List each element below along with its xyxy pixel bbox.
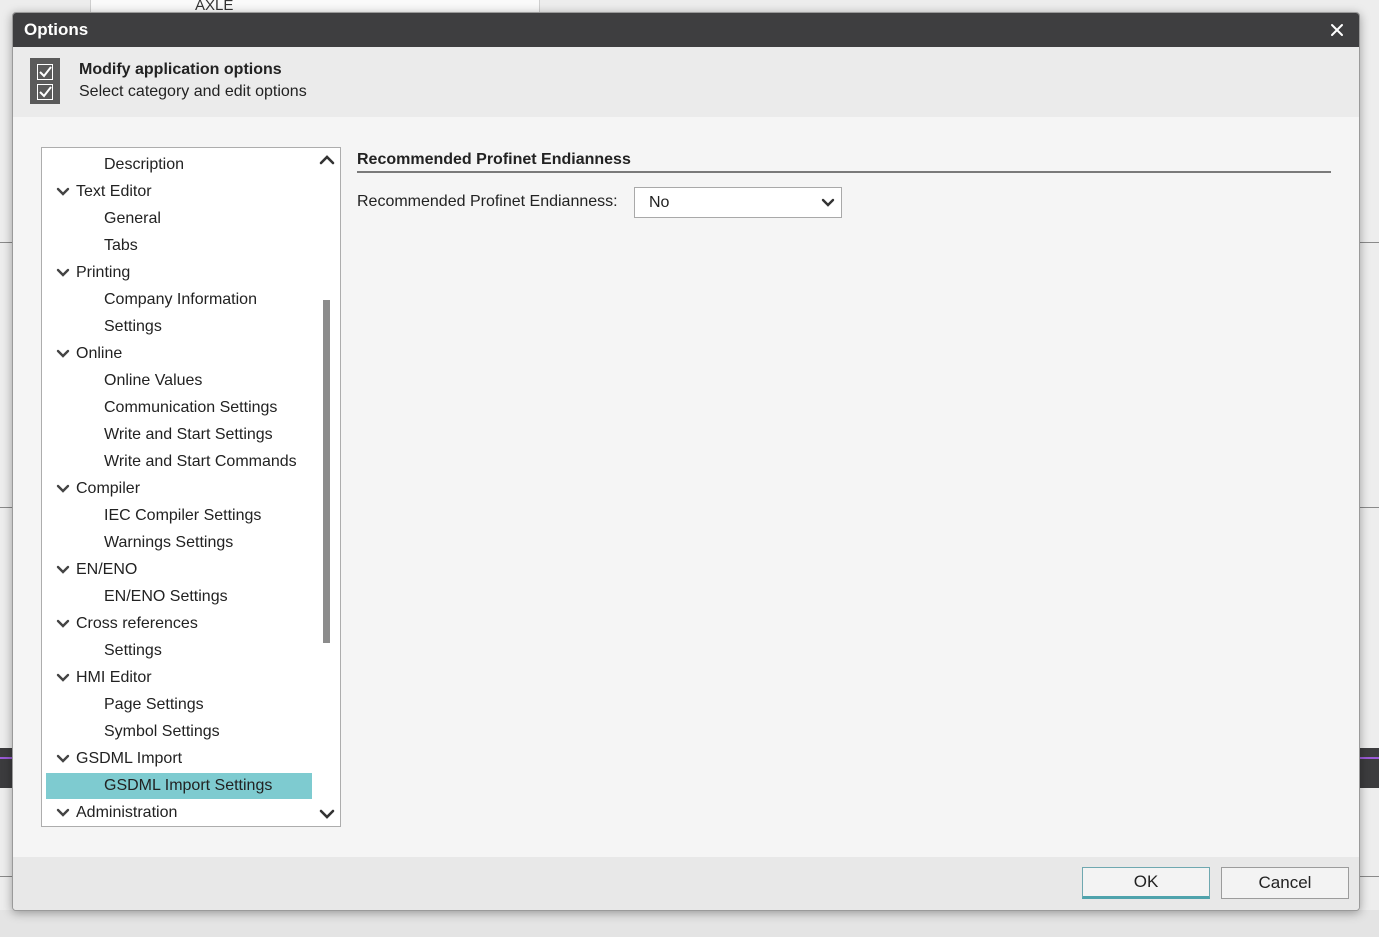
tree-category-label: HMI Editor xyxy=(76,669,152,686)
tree-item[interactable]: EN/ENO Settings xyxy=(46,584,312,610)
background-toolbar xyxy=(1359,748,1379,788)
scroll-up-button[interactable] xyxy=(318,152,336,168)
tree-category-label: GSDML Import xyxy=(76,750,183,767)
section-title: Recommended Profinet Endianness xyxy=(357,151,631,168)
chevron-down-icon[interactable] xyxy=(56,179,70,205)
chevron-down-icon[interactable] xyxy=(56,800,70,826)
dialog-titlebar[interactable]: Options xyxy=(13,13,1359,47)
chevron-up-icon xyxy=(319,155,335,165)
chevron-down-icon[interactable] xyxy=(56,665,70,691)
header-subtitle: Select category and edit options xyxy=(79,83,307,100)
tree-category-label: Online xyxy=(76,345,123,362)
tree-item[interactable]: Page Settings xyxy=(46,692,312,718)
tree-item[interactable]: Warnings Settings xyxy=(46,530,312,556)
background-divider xyxy=(0,507,12,508)
background-divider xyxy=(0,242,12,243)
chevron-down-icon[interactable] xyxy=(56,260,70,286)
cancel-button[interactable]: Cancel xyxy=(1221,867,1349,899)
checkbox-icon xyxy=(37,64,53,80)
section-divider xyxy=(357,171,1331,173)
dialog-content: Administration GSDML Import Settings GSDML… xyxy=(13,117,1359,857)
tree-category-label: Printing xyxy=(76,264,131,281)
background-divider xyxy=(0,876,12,877)
options-dialog: Options Modify application options Selec… xyxy=(12,12,1360,911)
tree-item[interactable]: Write and Start Commands xyxy=(46,449,312,475)
tree-item[interactable]: Description xyxy=(46,152,312,178)
options-checklist-icon xyxy=(30,58,60,104)
chevron-down-icon[interactable] xyxy=(56,341,70,367)
chevron-down-icon[interactable] xyxy=(56,476,70,502)
chevron-down-icon xyxy=(821,198,835,207)
background-divider xyxy=(1359,242,1379,243)
tree-item-selected[interactable]: GSDML Import Settings xyxy=(46,773,312,799)
tree-scrollbar-thumb[interactable] xyxy=(323,300,330,643)
background-divider xyxy=(1359,876,1379,877)
endianness-select[interactable]: No xyxy=(634,187,842,218)
tree-item[interactable]: Communication Settings xyxy=(46,395,312,421)
tree-item[interactable]: Symbol Settings xyxy=(46,719,312,745)
tree-item[interactable]: Company Information xyxy=(46,287,312,313)
dialog-footer: OK Cancel xyxy=(13,857,1359,910)
category-tree[interactable]: Administration GSDML Import Settings GSDML… xyxy=(41,147,341,827)
tree-item[interactable]: General xyxy=(46,206,312,232)
chevron-down-icon[interactable] xyxy=(56,611,70,637)
tree-item[interactable]: Settings xyxy=(46,314,312,340)
header-title: Modify application options xyxy=(79,61,282,78)
close-button[interactable] xyxy=(1325,17,1349,43)
background-toolbar xyxy=(0,748,12,788)
background-accent-line xyxy=(1359,757,1379,759)
tree-category-label: Compiler xyxy=(76,480,141,497)
chevron-down-icon xyxy=(319,809,335,819)
dialog-header: Modify application options Select catego… xyxy=(13,47,1359,117)
scroll-down-button[interactable] xyxy=(318,806,336,822)
background-statusbar xyxy=(0,910,1379,937)
tree-category-label: EN/ENO xyxy=(76,561,138,578)
endianness-select-value: No xyxy=(649,194,670,211)
tree-category-label: Cross references xyxy=(76,615,198,632)
tree-item[interactable]: Online Values xyxy=(46,368,312,394)
chevron-down-icon[interactable] xyxy=(56,557,70,583)
checkbox-icon xyxy=(37,84,53,100)
tree-item[interactable]: IEC Compiler Settings xyxy=(46,503,312,529)
tree-item[interactable]: Settings xyxy=(46,638,312,664)
background-accent-line xyxy=(0,757,12,759)
endianness-label: Recommended Profinet Endianness: xyxy=(357,193,618,210)
tree-item[interactable]: Write and Start Settings xyxy=(46,422,312,448)
ok-button[interactable]: OK xyxy=(1082,867,1210,899)
dialog-title: Options xyxy=(24,20,89,39)
close-icon xyxy=(1331,24,1343,36)
background-divider xyxy=(1359,507,1379,508)
tree-item[interactable]: Tabs xyxy=(46,233,312,259)
chevron-down-icon[interactable] xyxy=(56,746,70,772)
tree-category-label: Administration xyxy=(76,804,178,821)
tree-category-label: Text Editor xyxy=(76,183,152,200)
